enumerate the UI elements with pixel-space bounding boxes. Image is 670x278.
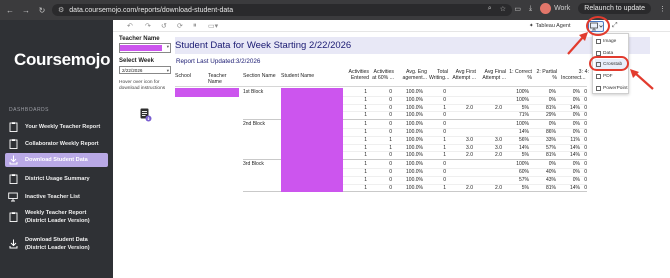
arrow-to-download-button [567,32,588,55]
annotation-arrows [567,32,654,90]
arrow-to-crosstab [630,69,654,90]
